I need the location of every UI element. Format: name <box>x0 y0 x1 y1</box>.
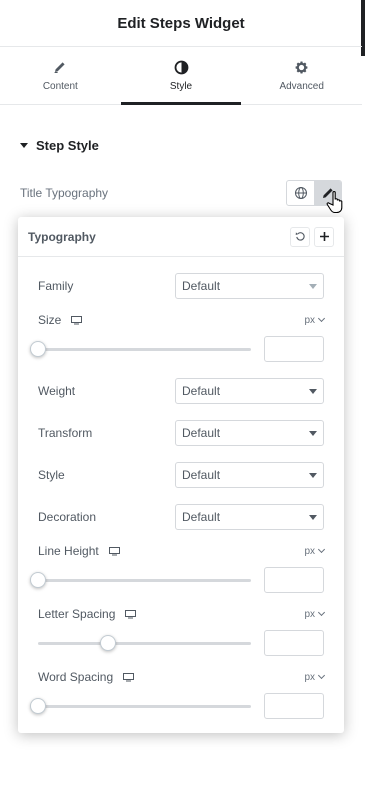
size-header: Size px <box>38 313 326 327</box>
line-height-label-wrap: Line Height <box>38 544 120 558</box>
word-spacing-input[interactable] <box>264 693 324 719</box>
popover-actions <box>290 226 334 247</box>
line-height-unit: px <box>304 545 315 557</box>
style-row: Style Default <box>38 462 324 488</box>
dropdown-arrow-icon <box>309 514 317 520</box>
letter-spacing-label: Letter Spacing <box>38 607 116 621</box>
letter-spacing-unit-select[interactable]: px <box>304 608 326 620</box>
tab-label: Style <box>169 81 193 92</box>
caret-down-icon <box>20 143 28 148</box>
size-input[interactable] <box>264 336 324 362</box>
panel-title: Edit Steps Widget <box>117 14 245 32</box>
slider-handle[interactable] <box>30 572 46 588</box>
dropdown-arrow-icon <box>309 388 317 394</box>
chevron-down-icon <box>317 545 326 554</box>
line-height-input[interactable] <box>264 567 324 593</box>
add-button[interactable] <box>314 226 334 247</box>
globe-icon <box>294 187 307 199</box>
line-height-label: Line Height <box>38 544 99 558</box>
decoration-value: Default <box>182 510 221 524</box>
weight-value: Default <box>182 384 221 398</box>
slider-handle[interactable] <box>30 698 46 714</box>
weight-label: Weight <box>38 384 76 398</box>
word-spacing-label-wrap: Word Spacing <box>38 670 135 684</box>
popover-header: Typography <box>18 217 344 257</box>
tab-content[interactable]: Content <box>0 47 121 104</box>
panel-header: Edit Steps Widget <box>0 0 362 47</box>
transform-row: Transform Default <box>38 420 324 446</box>
decoration-label: Decoration <box>38 510 97 524</box>
section-toggle[interactable]: Step Style <box>20 138 99 153</box>
weight-select[interactable]: Default <box>175 378 324 404</box>
word-spacing-unit-select[interactable]: px <box>304 671 326 683</box>
decoration-select[interactable]: Default <box>175 504 324 530</box>
chevron-down-icon <box>317 671 326 680</box>
transform-value: Default <box>182 426 221 440</box>
contrast-icon <box>173 59 189 75</box>
word-spacing-slider-row <box>30 693 324 719</box>
decoration-row: Decoration Default <box>38 504 324 530</box>
word-spacing-slider[interactable] <box>30 698 251 714</box>
letter-spacing-input[interactable] <box>264 630 324 656</box>
desktop-icon <box>108 546 120 555</box>
letter-spacing-unit: px <box>304 608 315 620</box>
control-label: Title Typography <box>20 186 109 200</box>
plus-icon <box>319 232 329 241</box>
family-label: Family <box>38 279 74 293</box>
size-unit-select[interactable]: px <box>304 314 326 326</box>
style-value: Default <box>182 468 221 482</box>
chevron-down-icon <box>317 608 326 617</box>
line-height-header: Line Height px <box>38 544 326 558</box>
size-slider[interactable] <box>30 341 251 357</box>
hand-cursor-icon <box>326 191 343 214</box>
letter-spacing-label-wrap: Letter Spacing <box>38 607 137 621</box>
desktop-icon <box>125 609 137 618</box>
word-spacing-header: Word Spacing px <box>38 670 326 684</box>
tab-bar: Content Style Advanced <box>0 47 362 105</box>
letter-spacing-header: Letter Spacing px <box>38 607 326 621</box>
reset-button[interactable] <box>290 226 310 247</box>
size-unit: px <box>304 314 315 326</box>
desktop-icon <box>71 315 83 324</box>
transform-label: Transform <box>38 426 93 440</box>
dropdown-arrow-icon <box>309 472 317 478</box>
slider-handle[interactable] <box>100 635 117 651</box>
dropdown-arrow-icon <box>309 430 317 436</box>
line-height-slider[interactable] <box>30 572 251 588</box>
word-spacing-unit: px <box>304 671 315 683</box>
slider-handle[interactable] <box>30 341 46 357</box>
line-height-unit-select[interactable]: px <box>304 545 326 557</box>
letter-spacing-slider-row <box>38 630 324 656</box>
size-slider-row <box>30 336 324 362</box>
title-typography-control: Title Typography <box>20 180 342 206</box>
desktop-icon <box>123 672 135 681</box>
tab-advanced[interactable]: Advanced <box>241 47 362 104</box>
reset-icon <box>295 232 305 241</box>
globe-button[interactable] <box>287 181 314 205</box>
tab-style[interactable]: Style <box>120 47 242 105</box>
chevron-down-icon <box>317 314 326 323</box>
transform-select[interactable]: Default <box>175 420 324 446</box>
family-row: Family Default <box>38 273 324 299</box>
dropdown-arrow-icon <box>309 283 317 289</box>
word-spacing-label: Word Spacing <box>38 670 114 684</box>
weight-row: Weight Default <box>38 378 324 404</box>
typography-popover: Typography Family Default Size px Weight… <box>18 217 344 733</box>
style-select[interactable]: Default <box>175 462 324 488</box>
gear-icon <box>294 59 310 75</box>
family-value: Default <box>182 279 221 293</box>
family-select[interactable]: Default <box>175 273 324 299</box>
line-height-slider-row <box>30 567 324 593</box>
style-label: Style <box>38 468 65 482</box>
section-title: Step Style <box>36 138 99 153</box>
tab-label: Advanced <box>279 81 324 92</box>
popover-title: Typography <box>28 229 96 244</box>
size-label: Size <box>38 313 62 327</box>
size-label-wrap: Size <box>38 313 83 327</box>
tab-label: Content <box>42 81 78 92</box>
pencil-icon <box>52 59 68 75</box>
letter-spacing-slider[interactable] <box>38 635 251 651</box>
